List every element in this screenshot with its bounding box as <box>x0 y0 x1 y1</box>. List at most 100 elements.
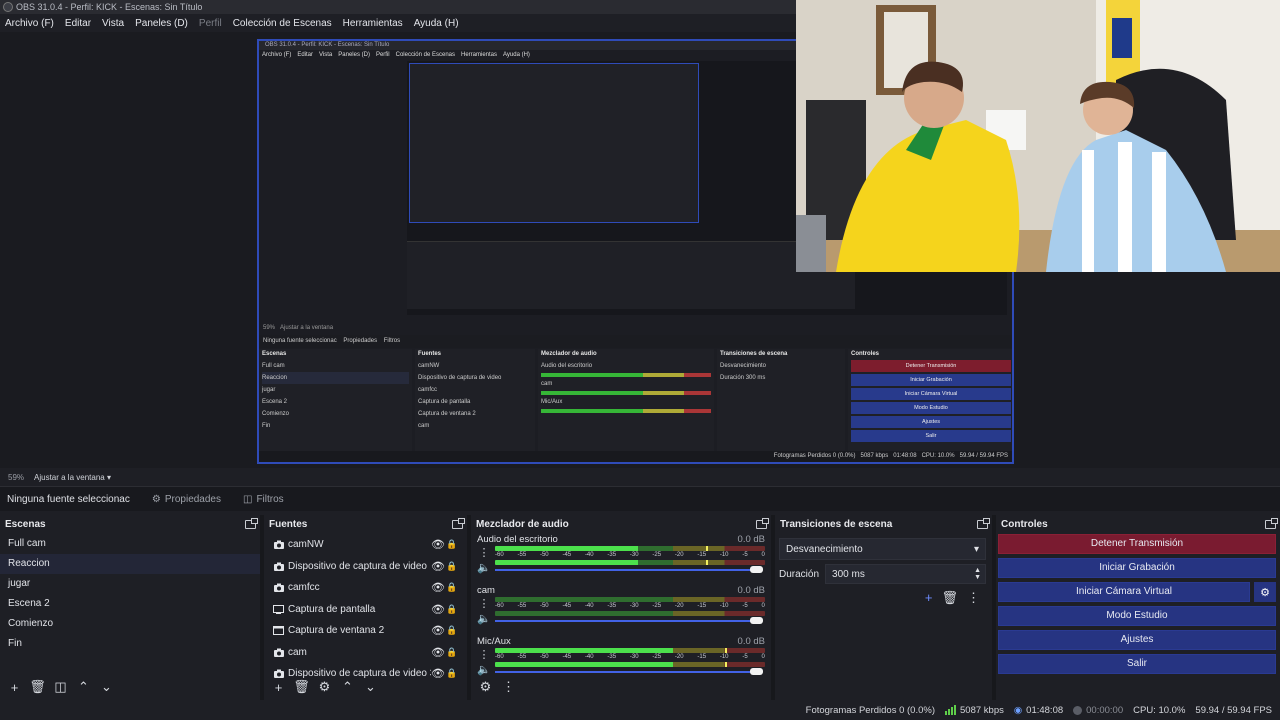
menu-perfil[interactable]: Perfil <box>199 18 222 29</box>
nested-source: camNW <box>418 363 440 369</box>
menu-archivo[interactable]: Archivo (F) <box>5 18 54 29</box>
volume-knob[interactable] <box>750 668 763 675</box>
nested-filters: Filtros <box>383 338 401 344</box>
add-scene-icon[interactable]: + <box>6 680 23 695</box>
peak-marker <box>724 662 727 667</box>
menu-vista[interactable]: Vista <box>102 18 124 29</box>
source-item[interactable]: cam 👁 🔒 <box>264 642 467 664</box>
meter-tick: -20 <box>674 654 684 660</box>
eye-icon[interactable]: 👁 <box>431 603 445 616</box>
eye-icon[interactable]: 👁 <box>431 667 445 680</box>
gear-icon[interactable]: ⚙ <box>316 679 333 695</box>
menu-ayuda[interactable]: Ayuda (H) <box>414 18 459 29</box>
lock-icon[interactable]: 🔒 <box>445 625 459 636</box>
nested-channel: cam <box>541 381 553 387</box>
stop-stream-button[interactable]: Detener Transmisión <box>998 534 1276 554</box>
channel-menu-icon[interactable]: ⋮ <box>479 648 490 661</box>
chevron-down-icon[interactable]: ⌄ <box>362 679 379 695</box>
duration-spinbox[interactable]: 300 ms ▲ ▼ <box>825 564 986 584</box>
eye-icon[interactable]: 👁 <box>431 624 445 637</box>
undock-icon[interactable] <box>452 518 465 529</box>
speaker-icon[interactable]: 🔈 <box>477 561 491 574</box>
fit-dropdown[interactable]: Ajustar a la ventana ▾ <box>34 473 111 482</box>
nested-source: cam <box>418 423 430 429</box>
menu-editar[interactable]: Editar <box>65 18 91 29</box>
meter-tick: -5 <box>742 654 748 660</box>
lock-icon[interactable]: 🔒 <box>445 647 459 658</box>
channel-menu-icon[interactable]: ⋮ <box>479 546 490 559</box>
virtual-camera-settings-gear-icon[interactable]: ⚙ <box>1254 582 1276 602</box>
lock-icon[interactable]: 🔒 <box>445 539 459 550</box>
meter-tick: 0 <box>761 552 765 558</box>
mixer-channel: Audio del escritorio 0.0 dB ⋮ 🔈 -60 -55 -50 -45… <box>471 534 771 585</box>
chevron-up-icon[interactable]: ⌃ <box>75 679 92 695</box>
eye-icon[interactable]: 👁 <box>431 581 445 594</box>
level-meter-left <box>495 597 765 602</box>
eye-icon[interactable]: 👁 <box>431 646 445 659</box>
volume-slider[interactable] <box>495 668 765 676</box>
mixer-menu-icon[interactable]: ⋮ <box>500 679 517 695</box>
trash-icon[interactable]: 🗑 <box>29 679 46 695</box>
advanced-audio-icon[interactable]: ⚙ <box>477 679 494 695</box>
window-title-bar: OBS 31.0.4 - Perfil: KICK - Escenas: Sin… <box>0 0 800 14</box>
add-source-icon[interactable]: + <box>270 680 287 695</box>
lock-icon[interactable]: 🔒 <box>445 668 459 679</box>
lock-icon[interactable]: 🔒 <box>445 561 459 572</box>
lock-icon[interactable]: 🔒 <box>445 604 459 615</box>
settings-button[interactable]: Ajustes <box>998 630 1276 650</box>
volume-slider[interactable] <box>495 617 765 625</box>
more-options-icon[interactable]: ⋮ <box>967 590 980 606</box>
monitor-icon <box>273 604 284 614</box>
trash-icon[interactable]: 🗑 <box>941 590 958 606</box>
filters-button[interactable]: ◫ Filtros <box>243 494 284 505</box>
undock-icon[interactable] <box>1265 518 1278 529</box>
start-virtual-camera-button[interactable]: Iniciar Cámara Virtual <box>998 582 1250 602</box>
transition-select[interactable]: Desvanecimiento ▾ <box>779 538 986 560</box>
signal-bars-icon <box>945 705 957 715</box>
volume-slider[interactable] <box>495 566 765 574</box>
scene-item[interactable]: Fin <box>0 634 260 654</box>
undock-icon[interactable] <box>756 518 769 529</box>
undock-icon[interactable] <box>977 518 990 529</box>
source-item[interactable]: Captura de pantalla 👁 🔒 <box>264 599 467 621</box>
menu-coleccion-escenas[interactable]: Colección de Escenas <box>233 18 332 29</box>
add-transition-icon[interactable]: + <box>925 590 933 606</box>
channel-db: 0.0 dB <box>737 636 765 647</box>
spin-arrows-icon[interactable]: ▲ ▼ <box>974 567 981 581</box>
nested-scene: Escena 2 <box>262 399 288 405</box>
trash-icon[interactable]: 🗑 <box>293 679 310 695</box>
menu-paneles[interactable]: Paneles (D) <box>135 18 188 29</box>
lock-icon[interactable]: 🔒 <box>445 582 459 593</box>
camera-icon <box>273 561 284 571</box>
nested-source: Dispositivo de captura de video <box>418 375 502 381</box>
filter-icon[interactable]: ◫ <box>52 679 69 695</box>
speaker-icon[interactable]: 🔈 <box>477 663 491 676</box>
menu-herramientas[interactable]: Herramientas <box>343 18 403 29</box>
studio-mode-button[interactable]: Modo Estudio <box>998 606 1276 626</box>
meter-tick: -45 <box>562 654 572 660</box>
source-item[interactable]: camNW 👁 🔒 <box>264 534 467 556</box>
start-recording-button[interactable]: Iniciar Grabación <box>998 558 1276 578</box>
exit-button[interactable]: Salir <box>998 654 1276 674</box>
meter-tick: -5 <box>742 552 748 558</box>
scene-item[interactable]: jugar <box>0 574 260 594</box>
volume-knob[interactable] <box>750 566 763 573</box>
properties-button[interactable]: ⚙ Propiedades <box>152 494 221 505</box>
source-item[interactable]: Dispositivo de captura de video 👁 🔒 <box>264 556 467 578</box>
scene-item[interactable]: Comienzo <box>0 614 260 634</box>
speaker-icon[interactable]: 🔈 <box>477 612 491 625</box>
chevron-down-icon[interactable]: ⌄ <box>98 679 115 695</box>
scene-item[interactable]: Full cam <box>0 534 260 554</box>
source-item[interactable]: Captura de ventana 2 👁 🔒 <box>264 620 467 642</box>
scene-item[interactable]: Escena 2 <box>0 594 260 614</box>
bitrate: 5087 kbps <box>945 705 1004 716</box>
meter-tick: -30 <box>629 552 639 558</box>
eye-icon[interactable]: 👁 <box>431 560 445 573</box>
eye-icon[interactable]: 👁 <box>431 538 445 551</box>
volume-knob[interactable] <box>750 617 763 624</box>
chevron-up-icon[interactable]: ⌃ <box>339 679 356 695</box>
scene-item[interactable]: Reaccion <box>0 554 260 574</box>
undock-icon[interactable] <box>245 518 258 529</box>
channel-menu-icon[interactable]: ⋮ <box>479 597 490 610</box>
source-item[interactable]: camfcc 👁 🔒 <box>264 577 467 599</box>
